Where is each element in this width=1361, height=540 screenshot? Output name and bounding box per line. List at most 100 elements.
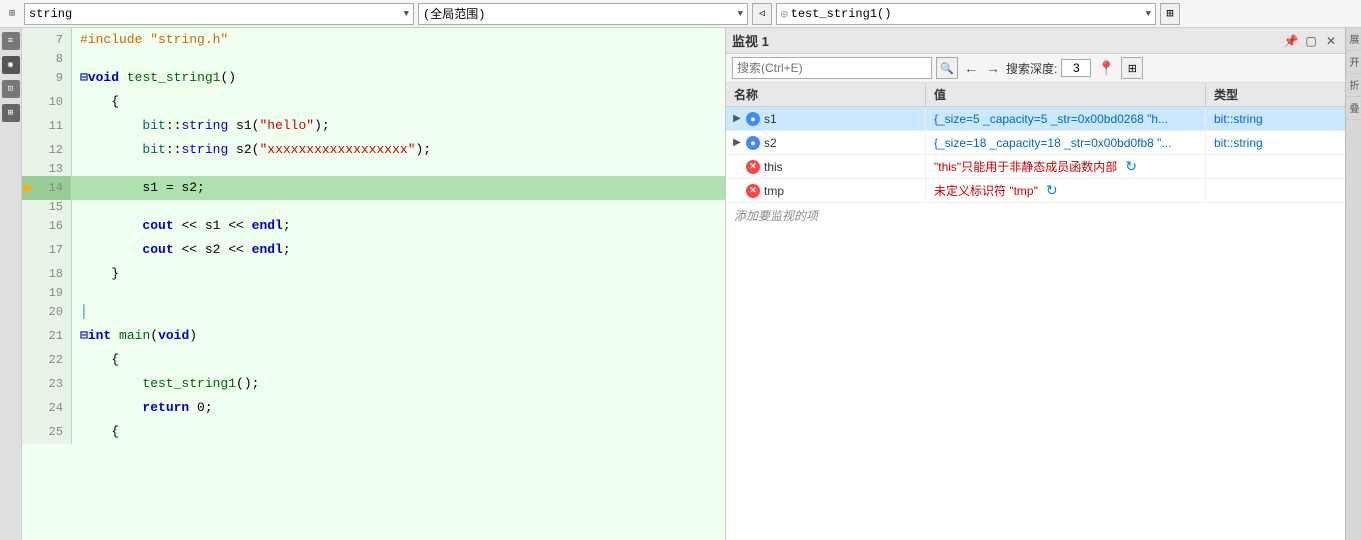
code-line-15: 15	[22, 200, 725, 214]
line-content-8[interactable]	[72, 52, 725, 66]
code-editor[interactable]: 7 #include "string.h" 8 9 ⊟void test_str…	[22, 28, 725, 540]
nav-arrow-left[interactable]: ←	[962, 59, 980, 77]
var-icon-tmp: ✕	[746, 184, 760, 198]
code-line-25: 25 {	[22, 420, 725, 444]
var-type-s1: bit::string	[1214, 112, 1263, 126]
code-line-11: 11 bit::string s1("hello");	[22, 114, 725, 138]
code-line-16: 16 cout << s1 << endl;	[22, 214, 725, 238]
sidebar-icon-2[interactable]: ◉	[2, 56, 20, 74]
expand-icon-s2[interactable]: ▶	[732, 138, 742, 148]
line-number-12: 12	[22, 138, 72, 162]
watch-row-s2[interactable]: ▶ ● s2 {_size=18 _capacity=18 _str=0x00b…	[726, 131, 1345, 155]
line-content-13[interactable]	[72, 162, 725, 176]
search-box[interactable]	[732, 57, 932, 79]
dropdown-scope-label: (全局范围)	[423, 5, 485, 22]
line-number-9: 9	[22, 66, 72, 90]
right-bar-item-2[interactable]: 开	[1346, 51, 1361, 74]
watch-close-icon[interactable]: ✕	[1323, 33, 1339, 49]
dropdown-scope[interactable]: (全局范围) ▼	[418, 3, 748, 25]
code-line-8: 8	[22, 52, 725, 66]
split-button[interactable]: ⊞	[1160, 3, 1180, 25]
watch-cell-value-tmp: 未定义标识符 "tmp" ↻	[926, 179, 1206, 202]
watch-cell-name-this: ▶ ✕ this	[726, 155, 926, 178]
watch-table-header: 名称 值 类型	[726, 83, 1345, 107]
line-content-7[interactable]: #include "string.h"	[72, 28, 725, 52]
var-value-tmp: 未定义标识符 "tmp"	[934, 182, 1038, 199]
nav-button-1[interactable]: ◁	[752, 3, 772, 25]
line-content-9[interactable]: ⊟void test_string1()	[72, 66, 725, 90]
depth-input[interactable]	[1061, 59, 1091, 77]
watch-cell-name-s1: ▶ ● s1	[726, 107, 926, 130]
watch-pin-icon[interactable]: 📌	[1283, 33, 1299, 49]
line-content-17[interactable]: cout << s2 << endl;	[72, 238, 725, 262]
right-bar-item-3[interactable]: 折	[1346, 74, 1361, 97]
dropdown-function[interactable]: ◎ test_string1() ▼	[776, 3, 1156, 25]
line-number-24: 24	[22, 396, 72, 420]
watch-cell-value-s2: {_size=18 _capacity=18 _str=0x00bd0fb8 "…	[926, 131, 1206, 154]
line-content-23[interactable]: test_string1();	[72, 372, 725, 396]
line-number-20: 20	[22, 300, 72, 324]
line-content-10[interactable]: {	[72, 90, 725, 114]
line-content-22[interactable]: {	[72, 348, 725, 372]
watch-row-s1[interactable]: ▶ ● s1 {_size=5 _capacity=5 _str=0x00bd0…	[726, 107, 1345, 131]
code-line-22: 22 {	[22, 348, 725, 372]
right-bar-item-1[interactable]: 展	[1346, 28, 1361, 51]
var-name-s2: s2	[764, 136, 777, 150]
line-content-24[interactable]: return 0;	[72, 396, 725, 420]
code-line-13: 13	[22, 162, 725, 176]
pin-icon[interactable]: 📍	[1095, 57, 1117, 79]
line-content-21[interactable]: ⊟int main(void)	[72, 324, 725, 348]
watch-cell-value-this: "this"只能用于非静态成员函数内部 ↻	[926, 155, 1206, 178]
line-content-18[interactable]: }	[72, 262, 725, 286]
watch-float-icon[interactable]: ▢	[1303, 33, 1319, 49]
search-input[interactable]	[737, 61, 927, 75]
toolbar-icon-1: ⊞	[4, 6, 20, 22]
var-value-s1: {_size=5 _capacity=5 _str=0x00bd0268 "h.…	[934, 112, 1168, 126]
var-type-s2: bit::string	[1214, 136, 1263, 150]
line-number-13: 13	[22, 162, 72, 176]
line-number-17: 17	[22, 238, 72, 262]
left-sidebar: ≡ ◉ ⊡ ⊞	[0, 28, 22, 540]
watch-cell-type-tmp	[1206, 179, 1345, 202]
right-bar-item-4[interactable]: 叠	[1346, 97, 1361, 120]
code-line-23: 23 test_string1();	[22, 372, 725, 396]
sidebar-icon-4[interactable]: ⊞	[2, 104, 20, 122]
line-content-11[interactable]: bit::string s1("hello");	[72, 114, 725, 138]
columns-button[interactable]: ⊞	[1121, 57, 1143, 79]
search-button[interactable]: 🔍	[936, 57, 958, 79]
line-content-25[interactable]: {	[72, 420, 725, 444]
line-content-19[interactable]	[72, 286, 725, 300]
line-content-15[interactable]	[72, 200, 725, 214]
depth-label: 搜索深度:	[1006, 60, 1057, 77]
add-watch-text: 添加要监视的项	[734, 209, 818, 223]
line-content-14[interactable]: s1 = s2;	[72, 176, 725, 200]
add-watch-row[interactable]: 添加要监视的项	[726, 203, 1345, 228]
nav-arrow-right[interactable]: →	[984, 59, 1002, 77]
dropdown-string-arrow: ▼	[404, 9, 409, 19]
code-line-9: 9 ⊟void test_string1()	[22, 66, 725, 90]
watch-cell-type-s1: bit::string	[1206, 107, 1345, 130]
dropdown-string[interactable]: string ▼	[24, 3, 414, 25]
line-content-20[interactable]: │	[72, 300, 725, 324]
col-header-value: 值	[926, 83, 1206, 106]
code-line-18: 18 }	[22, 262, 725, 286]
line-number-16: 16	[22, 214, 72, 238]
watch-row-this[interactable]: ▶ ✕ this "this"只能用于非静态成员函数内部 ↻	[726, 155, 1345, 179]
refresh-icon-tmp[interactable]: ↻	[1046, 182, 1058, 199]
watch-cell-value-s1: {_size=5 _capacity=5 _str=0x00bd0268 "h.…	[926, 107, 1206, 130]
watch-row-tmp[interactable]: ▶ ✕ tmp 未定义标识符 "tmp" ↻	[726, 179, 1345, 203]
line-content-12[interactable]: bit::string s2("xxxxxxxxxxxxxxxxxx");	[72, 138, 725, 162]
watch-cell-type-this	[1206, 155, 1345, 178]
line-number-15: 15	[22, 200, 72, 214]
sidebar-icon-3[interactable]: ⊡	[2, 80, 20, 98]
code-line-7: 7 #include "string.h"	[22, 28, 725, 52]
var-icon-this: ✕	[746, 160, 760, 174]
expand-icon-s1[interactable]: ▶	[732, 114, 742, 124]
sidebar-icon-1[interactable]: ≡	[2, 32, 20, 50]
var-value-this: "this"只能用于非静态成员函数内部	[934, 158, 1117, 175]
main-area: ≡ ◉ ⊡ ⊞ 7 #include "string.h" 8 9 ⊟void …	[0, 28, 1361, 540]
line-content-16[interactable]: cout << s1 << endl;	[72, 214, 725, 238]
code-line-17: 17 cout << s2 << endl;	[22, 238, 725, 262]
watch-panel-title: 监视 1	[732, 31, 1283, 50]
refresh-icon-this[interactable]: ↻	[1125, 158, 1137, 175]
